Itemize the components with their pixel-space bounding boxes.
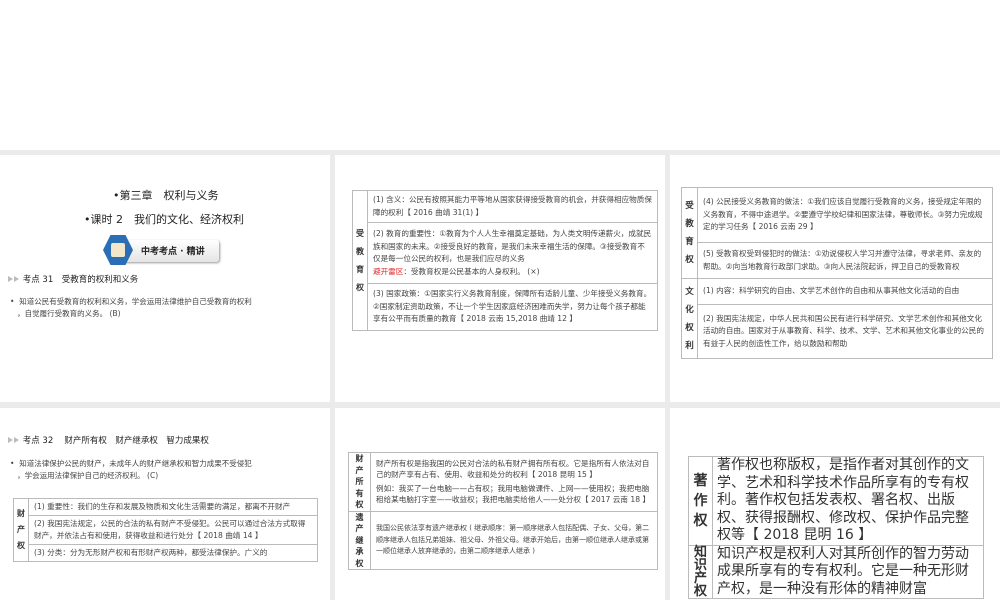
table-cell: (5) 受教育权受到侵犯时的做法：①劝说侵权人学习并遵守法律，寻求老师、亲友的帮… — [697, 242, 993, 279]
exam-point-heading: 考点 32 财产所有权 财产继承权 智力成果权 — [8, 434, 209, 446]
slide-thumbnail-6[interactable]: 著作权 著作权也称版权，是指作者对其创作的文学、艺术和科学技术作品所享有的专有权… — [670, 408, 1000, 600]
ownership-inheritance-table: 财产所有权 财产所有权是指我国的公民对合法的私有财产拥有所有权。它是指所有人依法… — [348, 452, 658, 570]
table-cell: (2) 我国宪法规定，公民的合法的私有财产不受侵犯。公民可以通过合法方式取得财产… — [28, 515, 318, 545]
warning-label: 避开雷区 — [373, 266, 404, 276]
table-cell: 我国公民依法享有遗产继承权 ( 继承顺序：第一顺序继承人包括配偶、子女、父母，第… — [370, 510, 658, 570]
table-cell: (1) 重要性：我们的生存和发展及物质和文化生活需要的满足，都离不开财产 — [28, 498, 318, 516]
property-right-table: 财产权 (1) 重要性：我们的生存和发展及物质和文化生活需要的满足，都离不开财产… — [13, 498, 318, 562]
lesson-title: •课时 2 我们的文化、经济权利 — [84, 213, 244, 226]
table-cell: (2) 教育的重要性：①教育为个人人生幸福奠定基础，为人类文明传递薪火，成就民族… — [367, 222, 658, 284]
requirement-text: • 知道公民有受教育的权利和义务，学会运用法律维护自己受教育的权利 ，自觉履行受… — [10, 297, 252, 318]
slide-thumbnail-4[interactable]: 考点 32 财产所有权 财产继承权 智力成果权 • 知道法律保护公民的财产，未成… — [0, 408, 330, 600]
row-label: 遗产继承权 — [348, 510, 371, 570]
table-cell: (1) 内容：科学研究的自由、文学艺术创作的自由和从事其他文化活动的自由 — [697, 278, 993, 305]
requirement-text: • 知道法律保护公民的财产，未成年人的财产继承权和智力成果不受侵犯 ，学会运用法… — [10, 459, 252, 480]
row-label: 知识产权 — [688, 544, 713, 599]
table-cell: 著作权也称版权，是指作者对其创作的文学、艺术和科学技术作品所享有的专有权利。著作… — [712, 456, 984, 546]
table-cell: (3) 国家政策：①国家实行义务教育制度，保障所有适龄儿童、少年接受义务教育。②… — [367, 283, 658, 331]
education-right-table: 受教育权 (1) 含义：公民有按照其能力平等地从国家获得接受教育的机会，并获得相… — [352, 190, 658, 331]
chapter-title: •第三章 权利与义务 — [113, 189, 219, 202]
row-label: 财产所有权 — [348, 452, 371, 512]
bullet-arrow-icon — [8, 276, 13, 282]
exam-point-heading: 考点 31 受教育的权利和义务 — [8, 273, 138, 285]
row-label: 受教育权 — [681, 187, 698, 279]
section-badge: 中考考点 · 精讲 — [103, 235, 219, 265]
table-cell: (4) 公民接受义务教育的做法：①我们应该自觉履行受教育的义务，接受规定年限的义… — [697, 187, 993, 243]
table-cell: 知识产权是权利人对其所创作的智力劳动成果所享有的专有权利。它是一种无形财产权，是… — [712, 544, 984, 599]
table-cell: (1) 含义：公民有按照其能力平等地从国家获得接受教育的机会，并获得相应物质保障… — [367, 190, 658, 223]
slide-thumbnail-3[interactable]: 受教育权 (4) 公民接受义务教育的做法：①我们应该自觉履行受教育的义务，接受规… — [670, 155, 1000, 402]
slide-thumbnail-1[interactable]: •第三章 权利与义务 •课时 2 我们的文化、经济权利 中考考点 · 精讲 考点… — [0, 155, 330, 402]
table-cell: (3) 分类：分为无形财产权和有形财产权两种，都受法律保护。广义的 — [28, 544, 318, 562]
slide-thumbnail-5[interactable]: 财产所有权 财产所有权是指我国的公民对合法的私有财产拥有所有权。它是指所有人依法… — [335, 408, 665, 600]
slide-thumbnail-2[interactable]: 受教育权 (1) 含义：公民有按照其能力平等地从国家获得接受教育的机会，并获得相… — [335, 155, 665, 402]
row-label: 受教育权 — [352, 190, 368, 331]
row-label: 文化权利 — [681, 278, 698, 359]
table-cell: (2) 我国宪法规定，中华人民共和国公民有进行科学研究、文学艺术创作和其他文化活… — [697, 304, 993, 359]
copyright-ip-table: 著作权 著作权也称版权，是指作者对其创作的文学、艺术和科学技术作品所享有的专有权… — [688, 456, 984, 599]
row-label: 财产权 — [13, 498, 29, 562]
table-cell: 财产所有权是指我国的公民对合法的私有财产拥有所有权。它是指所有人依法对自己的财产… — [370, 452, 658, 512]
bullet-arrow-icon — [8, 437, 13, 443]
education-culture-table: 受教育权 (4) 公民接受义务教育的做法：①我们应该自觉履行受教育的义务，接受规… — [681, 187, 993, 359]
row-label: 著作权 — [688, 456, 713, 546]
